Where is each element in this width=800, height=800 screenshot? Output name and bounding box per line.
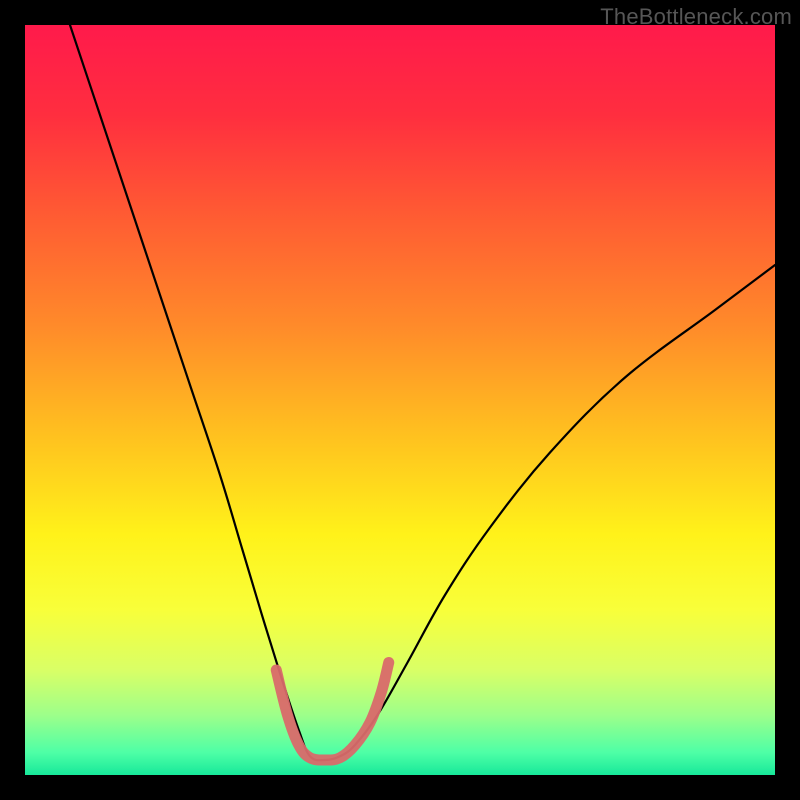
bottleneck-chart [25, 25, 775, 775]
watermark-text: TheBottleneck.com [600, 4, 792, 30]
gradient-background [25, 25, 775, 775]
chart-frame [25, 25, 775, 775]
